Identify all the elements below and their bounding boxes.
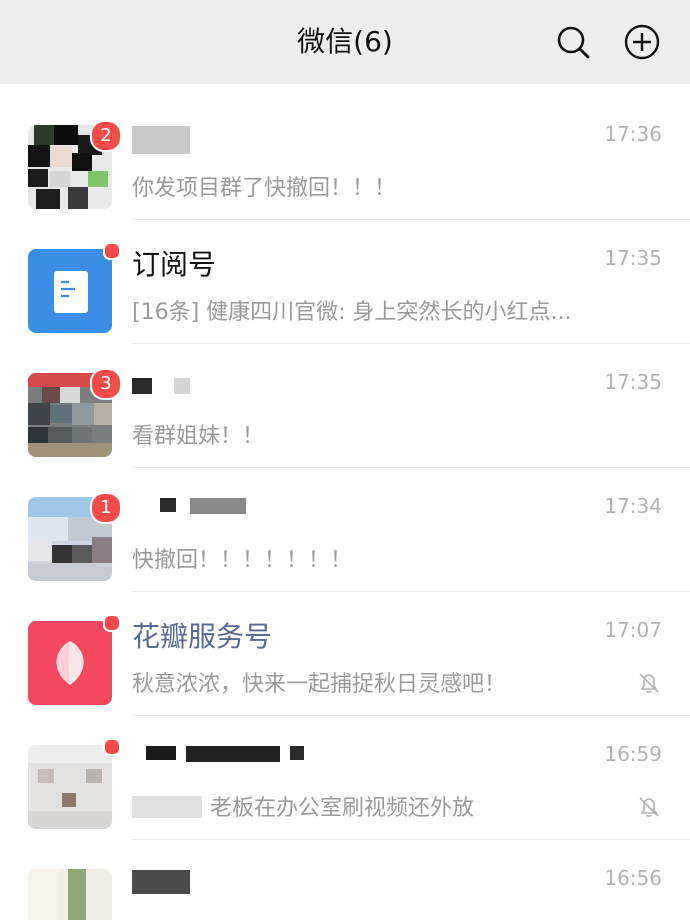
unread-badge: 2 (90, 120, 122, 152)
name-redacted (146, 746, 176, 760)
unread-dot (103, 738, 121, 756)
unread-dot (103, 614, 121, 632)
search-icon[interactable] (553, 22, 593, 62)
name-redacted (132, 126, 190, 154)
timestamp: 17:07 (604, 618, 662, 642)
unread-badge: 1 (90, 492, 122, 524)
message-preview: 秋意浓浓，快来一起捕捉秋日灵感吧！ (132, 672, 507, 697)
chat-name: 花瓣服务号 (132, 620, 273, 653)
unread-dot (103, 242, 121, 260)
avatar (28, 745, 112, 829)
chat-name: 订阅号 (132, 248, 217, 281)
message-preview: 看群姐妹！！ (132, 424, 265, 449)
timestamp: 17:36 (604, 122, 662, 146)
chat-list: 2 你发项目群了快撤回！！！ 17:36 订阅号 [16条] 健康四川官微: 身… (0, 84, 690, 920)
chat-row[interactable]: 花瓣服务号 秋意浓浓，快来一起捕捉秋日灵感吧！ 17:07 (0, 592, 690, 716)
message-preview: 你发项目群了快撤回！！！ (132, 176, 397, 201)
chat-row[interactable]: 2 你发项目群了快撤回！！！ 17:36 (0, 96, 690, 220)
timestamp: 16:56 (604, 866, 662, 890)
title-bar: 微信(6) (0, 0, 690, 84)
name-redacted (132, 378, 152, 394)
subscription-avatar (28, 249, 112, 333)
message-preview: 老板在办公室刷视频还外放 (210, 796, 475, 821)
message-preview: [16条] 健康四川官微: 身上突然长的小红点... (132, 300, 572, 325)
chat-row[interactable]: 3 看群姐妹！！ 17:35 (0, 344, 690, 468)
avatar (28, 869, 112, 920)
message-preview: 快撤回！！！！！！！ (132, 548, 353, 573)
bell-muted-icon (636, 794, 662, 820)
chat-row[interactable]: 订阅号 [16条] 健康四川官微: 身上突然长的小红点... 17:35 (0, 220, 690, 344)
petal-icon (56, 641, 84, 685)
plus-circle-icon[interactable] (622, 22, 662, 62)
timestamp: 16:59 (604, 742, 662, 766)
chat-row[interactable]: 1 快撤回！！！！！！！ 17:34 (0, 468, 690, 592)
chat-row[interactable]: 16:56 (0, 840, 690, 920)
timestamp: 17:35 (604, 370, 662, 394)
timestamp: 17:34 (604, 494, 662, 518)
name-redacted (160, 498, 176, 512)
document-icon (54, 271, 88, 313)
chat-row[interactable]: 老板在办公室刷视频还外放 16:59 (0, 716, 690, 840)
name-redacted (132, 870, 190, 894)
unread-badge: 3 (90, 368, 122, 400)
huaban-avatar (28, 621, 112, 705)
timestamp: 17:35 (604, 246, 662, 270)
bell-muted-icon (636, 670, 662, 696)
